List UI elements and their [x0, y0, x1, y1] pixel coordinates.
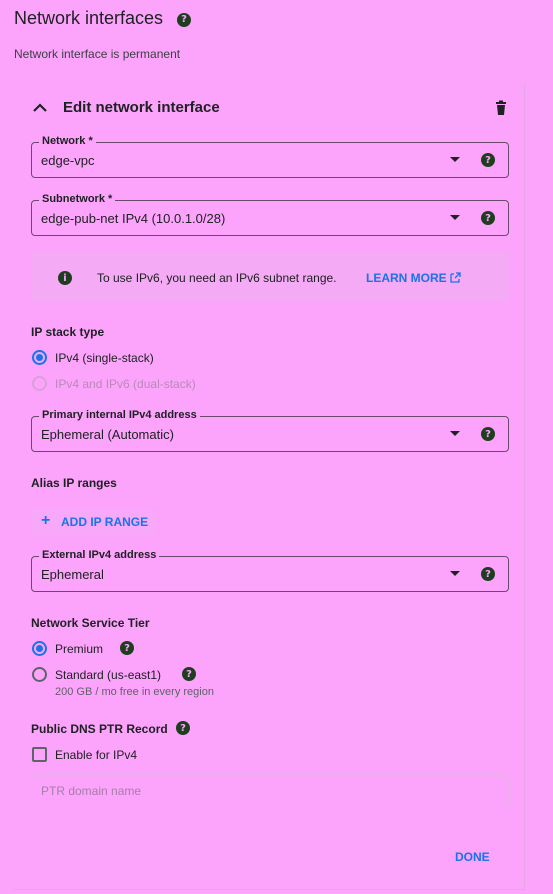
ipv6-info-banner: i To use IPv6, you need an IPv6 subnet r…: [31, 252, 509, 302]
page-title-text: Network interfaces: [14, 8, 164, 28]
ptr-domain-field[interactable]: [31, 774, 509, 808]
ptr-domain-input[interactable]: [41, 784, 481, 798]
trash-icon[interactable]: [493, 100, 509, 116]
radio-standard[interactable]: [32, 667, 47, 682]
learn-more-link[interactable]: LEARN MORE: [366, 271, 461, 285]
subnetwork-select[interactable]: Subnetwork * edge-pub-net IPv4 (10.0.1.0…: [31, 193, 509, 236]
external-ip-label: External IPv4 address: [39, 549, 160, 561]
help-icon[interactable]: ?: [481, 211, 495, 225]
add-ip-range-label: ADD IP RANGE: [61, 515, 149, 529]
network-value: edge-vpc: [41, 153, 95, 168]
alias-ip-title: Alias IP ranges: [31, 476, 117, 490]
enable-ipv4-label: Enable for IPv4: [55, 748, 138, 762]
info-text: To use IPv6, you need an IPv6 subnet ran…: [97, 271, 337, 285]
external-link-icon: [450, 272, 461, 283]
chevron-up-icon[interactable]: [31, 99, 49, 117]
radio-ipv4-single[interactable]: [32, 350, 47, 365]
dropdown-arrow-icon[interactable]: [450, 215, 460, 220]
subnetwork-value: edge-pub-net IPv4 (10.0.1.0/28): [41, 211, 226, 226]
standard-tier-note: 200 GB / mo free in every region: [55, 686, 214, 698]
plus-icon: +: [41, 512, 51, 529]
network-select[interactable]: Network * edge-vpc ?: [31, 135, 509, 178]
dns-ptr-title: Public DNS PTR Record: [31, 722, 168, 736]
enable-ipv4-checkbox[interactable]: [32, 747, 47, 762]
help-icon[interactable]: ?: [182, 667, 196, 681]
external-ip-value: Ephemeral: [41, 567, 104, 582]
help-icon[interactable]: ?: [481, 427, 495, 441]
learn-more-label: LEARN MORE: [366, 271, 447, 285]
help-icon[interactable]: ?: [120, 641, 134, 655]
radio-standard-label: Standard (us-east1): [55, 668, 162, 682]
primary-internal-ip-select[interactable]: Primary internal IPv4 address Ephemeral …: [31, 409, 509, 452]
network-label: Network *: [39, 135, 96, 147]
primary-ip-value: Ephemeral (Automatic): [41, 427, 174, 442]
radio-dual-stack: [32, 376, 47, 391]
add-ip-range-button[interactable]: + ADD IP RANGE: [31, 509, 155, 535]
service-tier-title: Network Service Tier: [31, 616, 150, 630]
radio-premium-label: Premium: [55, 642, 104, 656]
radio-ipv4-single-label: IPv4 (single-stack): [55, 351, 154, 365]
subnetwork-label: Subnetwork *: [39, 193, 116, 205]
radio-dual-stack-label: IPv4 and IPv6 (dual-stack): [55, 377, 196, 391]
page-title: Network interfaces ?: [14, 8, 192, 29]
dropdown-arrow-icon[interactable]: [450, 431, 460, 436]
help-icon[interactable]: ?: [481, 153, 495, 167]
ip-stack-title: IP stack type: [31, 325, 105, 339]
done-button[interactable]: DONE: [455, 850, 490, 864]
subtitle: Network interface is permanent: [14, 47, 181, 61]
external-ip-select[interactable]: External IPv4 address Ephemeral ?: [31, 549, 509, 592]
card-title: Edit network interface: [63, 99, 220, 116]
dropdown-arrow-icon[interactable]: [450, 571, 460, 576]
primary-ip-label: Primary internal IPv4 address: [39, 409, 200, 421]
help-icon[interactable]: ?: [177, 12, 192, 27]
dropdown-arrow-icon[interactable]: [450, 157, 460, 162]
info-icon: i: [58, 271, 72, 285]
radio-premium[interactable]: [32, 641, 47, 656]
help-icon[interactable]: ?: [176, 721, 190, 735]
help-icon[interactable]: ?: [481, 567, 495, 581]
